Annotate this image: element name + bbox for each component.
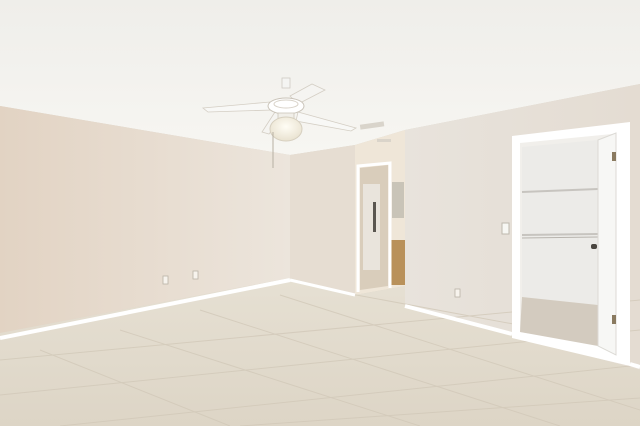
- hallway-cabinet: [390, 240, 405, 285]
- hallway-door-panel: [363, 184, 380, 270]
- light-switch: [501, 222, 510, 235]
- back-wall: [290, 145, 355, 295]
- outlet-left-1: [162, 275, 169, 285]
- hallway-mirror: [392, 182, 404, 218]
- closet-back-wall: [522, 140, 598, 305]
- room-illustration: [0, 0, 640, 426]
- hallway-door-handle: [373, 202, 376, 232]
- fan-light-globe: [269, 116, 303, 142]
- ceiling-vent-small: [377, 139, 391, 142]
- room-photo: [0, 0, 640, 426]
- fan-downrod: [281, 77, 291, 89]
- closet-hinge-top: [612, 152, 616, 161]
- closet-door-knob: [591, 244, 597, 249]
- closet-shelf-lower: [521, 233, 599, 236]
- outlet-right: [454, 288, 461, 298]
- outlet-left-2: [192, 270, 199, 280]
- closet-hinge-bottom: [612, 315, 616, 324]
